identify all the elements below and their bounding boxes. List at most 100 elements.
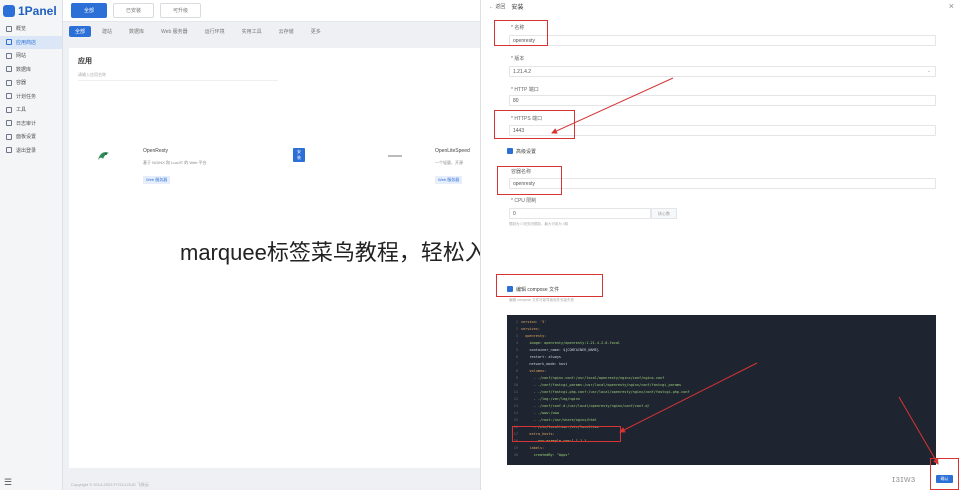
app-card-openlitespeed[interactable]: OpenLiteSpeed 一个轻量、开源 Web 服务器	[387, 143, 480, 193]
line-number: 20	[513, 452, 518, 457]
category-tab[interactable]: 云存储	[273, 26, 300, 37]
nav-icon	[6, 79, 12, 86]
sidebar-item[interactable]: 计划任务	[0, 90, 62, 104]
sidebar-item[interactable]: 容器	[0, 76, 62, 90]
name-label: * 名称	[511, 25, 525, 31]
logo-text: 1Panel	[18, 4, 57, 18]
code-text: createdBy: "Apps"	[521, 452, 570, 457]
search-input[interactable]: 请输入应用名称	[78, 72, 278, 81]
sidebar-item-label: 数据库	[16, 66, 32, 73]
category-tab[interactable]: 实用工具	[236, 26, 268, 37]
sidebar-item[interactable]: 网站	[0, 49, 62, 63]
apps-title: 应用	[78, 58, 92, 65]
https-port-input[interactable]: 1443	[509, 125, 936, 136]
name-input[interactable]: openresty	[509, 35, 936, 46]
container-name-label: 容器名称	[511, 169, 532, 175]
category-tab[interactable]: 建站	[96, 26, 118, 37]
https-port-label: * HTTPS 端口	[511, 116, 543, 122]
line-number: 18	[513, 438, 518, 443]
compose-editor[interactable]: 1 version: '3' 2 services: 3 openresty: 4 ima…	[507, 315, 936, 465]
cpu-limit-label: * CPU 限制	[511, 198, 537, 204]
logo[interactable]: 1Panel	[0, 0, 62, 22]
sidebar-item-label: 工具	[16, 107, 27, 114]
version-select[interactable]: 1.21.4.2 ⌄	[509, 66, 936, 77]
sidebar-item[interactable]: 日志审计	[0, 117, 62, 131]
code-line: 13 - ./conf/conf.d:/usr/local/openresty/…	[507, 402, 936, 409]
sidebar-item-label: 网站	[16, 53, 27, 60]
sidebar-item[interactable]: 工具	[0, 103, 62, 117]
sidebar-item[interactable]: 数据库	[0, 63, 62, 77]
category-tab[interactable]: 更多	[305, 26, 327, 37]
sidebar-item[interactable]: 退出登录	[0, 144, 62, 158]
category-tab[interactable]: 数据库	[123, 26, 150, 37]
line-number: 14	[513, 410, 518, 415]
nav-icon	[6, 93, 12, 100]
sidebar-item-label: 计划任务	[16, 93, 37, 100]
sidebar-item[interactable]: 面板设置	[0, 130, 62, 144]
tab[interactable]: 全部	[71, 3, 108, 18]
line-number: 7	[515, 361, 518, 366]
nav-icon	[6, 52, 12, 59]
line-number: 9	[515, 375, 518, 380]
edit-compose-checkbox[interactable]	[507, 286, 513, 292]
code-text: - ./conf/nginx.conf:/usr/local/openresty…	[521, 375, 665, 380]
tab[interactable]: 可升级	[160, 3, 202, 18]
sidebar-item[interactable]: 概览	[0, 22, 62, 36]
openresty-logo-icon	[98, 152, 109, 160]
cpu-limit-input[interactable]: 0	[509, 208, 651, 219]
back-button[interactable]: ← 返回	[489, 3, 505, 10]
code-line: 18 - www.example.com:1.1.1.1	[507, 437, 936, 444]
line-number: 8	[515, 368, 518, 373]
code-line: 11 - ./conf/fastcgi-php.conf:/usr/local/…	[507, 388, 936, 395]
container-name-input[interactable]: openresty	[509, 178, 936, 189]
line-number: 17	[513, 431, 518, 436]
code-line: 3 openresty:	[507, 332, 936, 339]
watermark-logo: ɪɜɪwɜ	[892, 474, 916, 484]
http-port-label: * HTTP 端口	[511, 87, 539, 93]
code-line: 16 - /etc/localtime:/etc/localtime	[507, 423, 936, 430]
category-tab[interactable]: 全部	[69, 25, 92, 37]
nav-icon	[6, 25, 12, 32]
code-text: - ./conf/fastcgi_params:/usr/local/openr…	[521, 382, 682, 387]
app-tag: Web 服务器	[435, 176, 463, 184]
code-text: labels:	[521, 445, 545, 450]
app-card-openresty[interactable]: OpenResty 基于 NGINX 和 LuaJIT 的 Web 平台 Web…	[95, 143, 305, 193]
line-number: 6	[515, 354, 518, 359]
line-number: 16	[513, 424, 518, 429]
chevron-down-icon: ⌄	[926, 68, 931, 74]
app-name: OpenResty	[143, 148, 169, 154]
http-port-input[interactable]: 80	[509, 95, 936, 106]
sidebar-item-label: 日志审计	[16, 120, 37, 127]
line-number: 19	[513, 445, 518, 450]
confirm-button[interactable]: 确认	[936, 475, 953, 483]
code-line: 14 - ./www:/www	[507, 409, 936, 416]
code-text: services:	[521, 326, 540, 331]
nav-icon	[6, 106, 12, 113]
logo-icon	[3, 5, 15, 17]
drawer-title: 安装	[511, 4, 524, 11]
line-number: 12	[513, 396, 518, 401]
code-line: 8 volumes:	[507, 367, 936, 374]
advanced-checkbox[interactable]	[507, 148, 513, 154]
nav-icon	[6, 39, 12, 46]
code-line: 17 extra_hosts:	[507, 430, 936, 437]
code-text: image: openresty/openresty:1.21.4.2-0-fo…	[521, 340, 621, 345]
code-line: 7 network_mode: host	[507, 360, 936, 367]
menu-toggle-icon[interactable]: ☰	[4, 477, 12, 488]
category-tab[interactable]: Web 服务器	[155, 26, 194, 37]
code-line: 19 labels:	[507, 444, 936, 451]
tab[interactable]: 已安装	[113, 3, 155, 18]
close-icon[interactable]: ×	[949, 1, 954, 11]
app-tag: Web 服务器	[143, 176, 171, 184]
install-drawer: ← 返回 安装 × * 名称 openresty * 版本 1.21.4.2 ⌄…	[480, 0, 959, 490]
install-button[interactable]: 安装	[293, 148, 305, 162]
line-number: 10	[513, 382, 518, 387]
app-description: 基于 NGINX 和 LuaJIT 的 Web 平台	[143, 160, 207, 165]
line-number: 13	[513, 403, 518, 408]
category-tab[interactable]: 运行环境	[199, 26, 231, 37]
line-number: 2	[515, 326, 518, 331]
code-text: - ./log:/var/log/nginx	[521, 396, 581, 401]
code-line: 9 - ./conf/nginx.conf:/usr/local/openres…	[507, 374, 936, 381]
sidebar-item[interactable]: 应用商店	[0, 35, 62, 49]
line-number: 4	[515, 340, 518, 345]
